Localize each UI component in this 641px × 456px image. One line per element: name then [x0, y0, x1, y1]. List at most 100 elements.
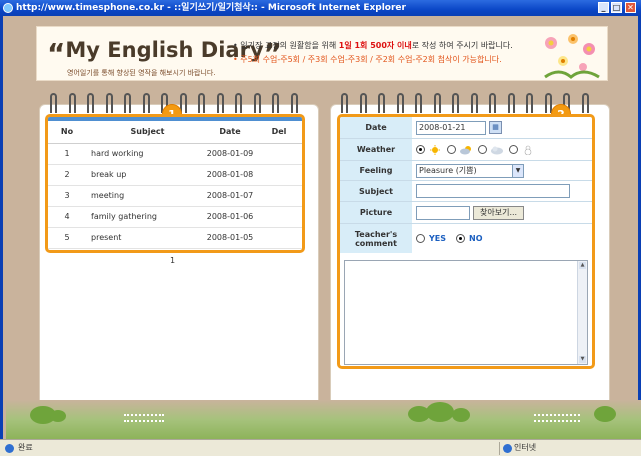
subject-row: Subject: [340, 181, 592, 202]
weather-radio-snow[interactable]: [509, 145, 518, 154]
row-no: 5: [48, 227, 86, 249]
ie-icon: [3, 3, 13, 13]
row-no: 4: [48, 206, 86, 228]
row-subject-link[interactable]: break up: [86, 164, 204, 186]
notice2: • 주5회 수업-주5회 / 주3회 수업-주3회 / 주2회 수업-주2회 첨…: [233, 55, 502, 64]
row-no: 1: [48, 143, 86, 165]
date-label: Date: [340, 117, 412, 138]
weather-row: Weather: [340, 139, 592, 161]
row-del[interactable]: [256, 227, 302, 249]
notice1-highlight: 1일 1회 500자 이내: [338, 41, 412, 50]
minimize-button[interactable]: _: [598, 2, 609, 13]
row-subject-link[interactable]: hard working: [86, 143, 204, 165]
close-button[interactable]: ✕: [625, 2, 636, 13]
col-del: Del: [256, 121, 302, 144]
weather-label: Weather: [340, 139, 412, 160]
diary-table: No Subject Date Del 1 hard working 2008-…: [48, 121, 302, 249]
row-subject-link[interactable]: present: [86, 227, 204, 249]
subject-input[interactable]: [416, 184, 570, 198]
table-row[interactable]: 3 meeting 2008-01-07: [48, 185, 302, 207]
chevron-down-icon[interactable]: ▼: [512, 164, 523, 177]
scroll-down-icon[interactable]: ▼: [579, 356, 586, 363]
date-row: Date 2008-01-21 ▦: [340, 117, 592, 139]
row-subject-link[interactable]: family gathering: [86, 206, 204, 228]
window-title: http://www.timesphone.co.kr - ::일기쓰기/일기첨…: [16, 3, 406, 13]
tree-icon: [452, 408, 470, 422]
notice1-pre: • 일기장 교정의 원활함을 위해: [233, 41, 339, 50]
row-date: 2008-01-05: [204, 227, 256, 249]
date-value-group: 2008-01-21 ▦: [416, 117, 502, 138]
textarea-scrollbar[interactable]: ▲ ▼: [577, 261, 587, 364]
feeling-select[interactable]: Pleasure (기쁨) ▼: [416, 163, 524, 178]
ground-decoration: [6, 400, 641, 439]
status-bar: 완료 인터넷: [0, 439, 641, 456]
row-no: 3: [48, 185, 86, 207]
comment-yes-label: YES: [429, 234, 447, 243]
subject-value-group: [416, 181, 570, 201]
banner-subtitle: 영어일기를 통해 향상된 영작을 해보시기 바랍니다.: [67, 69, 216, 77]
weather-radio-cloud-sun[interactable]: [447, 145, 456, 154]
zone-text: 인터넷: [514, 443, 537, 452]
status-divider: [499, 442, 500, 455]
diary-body-textarea[interactable]: ▲ ▼: [344, 260, 588, 365]
weather-radio-cloud[interactable]: [478, 145, 487, 154]
row-date: 2008-01-08: [204, 164, 256, 186]
row-del[interactable]: [256, 185, 302, 207]
feeling-selected-value: Pleasure (기쁨): [419, 165, 477, 175]
window-titlebar: http://www.timesphone.co.kr - ::일기쓰기/일기첨…: [0, 0, 641, 16]
scroll-up-icon[interactable]: ▲: [579, 262, 586, 269]
banner-notice: • 일기장 교정의 원활함을 위해 1일 1회 500자 이내로 작성 하여 주…: [233, 39, 513, 67]
col-subject: Subject: [86, 121, 204, 144]
calendar-icon[interactable]: ▦: [489, 121, 502, 134]
diary-form: Date 2008-01-21 ▦ Weather Feeling Pleasu…: [337, 114, 595, 369]
snowman-icon: [524, 145, 532, 155]
notice1-post: 로 작성 하여 주시기 바랍니다.: [411, 41, 513, 50]
picture-label: Picture: [340, 202, 412, 223]
teacher-comment-options: YES NO: [416, 224, 483, 253]
table-row[interactable]: 1 hard working 2008-01-09: [48, 143, 302, 165]
teacher-comment-label: Teacher's comment: [340, 224, 412, 253]
picture-file-input[interactable]: [416, 205, 470, 220]
col-date: Date: [204, 121, 256, 144]
row-del[interactable]: [256, 164, 302, 186]
tree-icon: [594, 406, 616, 422]
comment-no-label: NO: [469, 234, 483, 243]
weather-radio-sun[interactable]: [416, 145, 425, 154]
page-done-icon: [5, 444, 14, 453]
subject-label: Subject: [340, 181, 412, 201]
picture-value-group: 찾아보기...: [416, 202, 525, 223]
internet-globe-icon: [503, 444, 512, 453]
comment-yes-radio[interactable]: [416, 234, 425, 243]
cloud-icon: [491, 146, 503, 154]
diary-list: No Subject Date Del 1 hard working 2008-…: [45, 114, 305, 253]
browse-button[interactable]: 찾아보기...: [473, 205, 525, 220]
row-del[interactable]: [256, 206, 302, 228]
weather-options: [416, 139, 537, 160]
feeling-label: Feeling: [340, 161, 412, 180]
table-row[interactable]: 4 family gathering 2008-01-06: [48, 206, 302, 228]
fence-icon: [534, 414, 580, 422]
feeling-row: Feeling Pleasure (기쁨) ▼: [340, 161, 592, 181]
row-subject-link[interactable]: meeting: [86, 185, 204, 207]
table-row[interactable]: 2 break up 2008-01-08: [48, 164, 302, 186]
col-no: No: [48, 121, 86, 144]
row-date: 2008-01-06: [204, 206, 256, 228]
tree-icon: [426, 402, 454, 422]
date-input[interactable]: 2008-01-21: [416, 120, 486, 135]
status-text: 완료: [18, 443, 33, 452]
cloud-sun-icon: [460, 145, 471, 154]
picture-row: Picture 찾아보기...: [340, 202, 592, 224]
maximize-button[interactable]: □: [611, 2, 622, 13]
diary-banner: “My English Diary” 영어일기를 통해 향상된 영작을 해보시기…: [36, 26, 608, 81]
row-del[interactable]: [256, 143, 302, 165]
sun-icon: [430, 144, 440, 155]
comment-no-radio[interactable]: [456, 234, 466, 243]
table-row[interactable]: 5 present 2008-01-05: [48, 227, 302, 249]
row-date: 2008-01-09: [204, 143, 256, 165]
quote-open: “: [47, 37, 66, 70]
page-number-link[interactable]: 1: [170, 256, 175, 265]
tree-icon: [50, 410, 66, 422]
fence-icon: [124, 414, 164, 422]
feeling-value-group: Pleasure (기쁨) ▼: [416, 161, 524, 180]
row-no: 2: [48, 164, 86, 186]
